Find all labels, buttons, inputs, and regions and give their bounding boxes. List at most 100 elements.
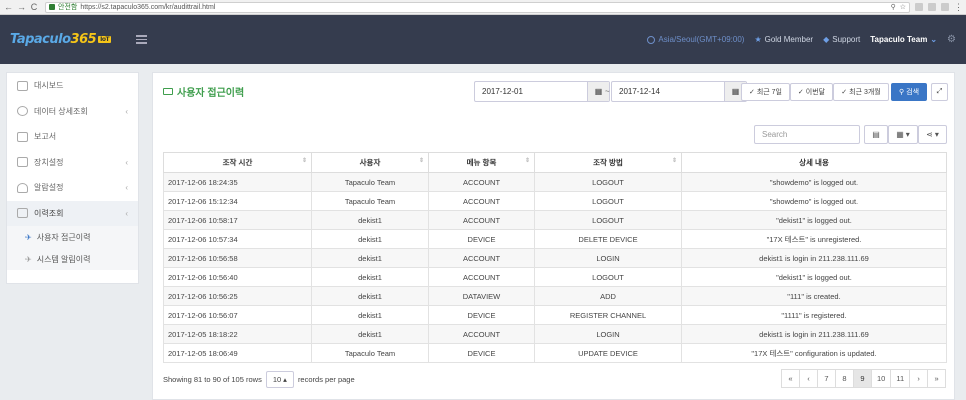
date-from-field[interactable]: 2017-12-01 ▦ [474,81,610,102]
button-label: 최근 3개월 [849,89,881,96]
column-header-user[interactable]: 사용자 ⇕ [311,152,429,173]
extension-icon[interactable] [941,3,949,11]
column-header-label: 사용자 [359,158,381,167]
table-row: 2017-12-06 10:56:25 dekist1 DATAVIEW ADD "11… [163,286,947,306]
page-button[interactable]: 7 [817,369,836,388]
sidebar-item-history[interactable]: 이력조회 ‹ [7,200,138,226]
button-label: 검색 [906,89,920,96]
table-row: 2017-12-06 10:58:17 dekist1 ACCOUNT LOGOUT "… [163,210,947,230]
sidebar-item-data-detail[interactable]: 데이터 상세조회 ‹ [7,99,138,125]
search-input[interactable]: Search [754,125,860,144]
column-header-label: 조작 시간 [222,158,253,167]
column-header-action[interactable]: 조작 방법 ⇕ [534,152,682,173]
column-header-time[interactable]: 조작 시간 ⇕ [163,152,312,173]
sidebar-item-alarm-settings[interactable]: 알람설정 ‹ [7,175,138,201]
support-link[interactable]: ◆ Support [823,35,860,44]
columns-icon: ▦ [896,130,904,139]
page-last-button[interactable]: » [927,369,947,388]
cell-user: Tapaculo Team [311,343,429,363]
sidebar-subitem-system-alarm[interactable]: ✈ 시스템 알림이력 [7,248,138,270]
sidebar-item-label: 장치설정 [34,157,64,167]
sidebar-subitem-label: 사용자 접근이력 [36,232,91,242]
search-button[interactable]: ⚲ 검색 [891,83,927,101]
page-title-text: 사용자 접근이력 [177,88,245,99]
share-icon: ⋖ [926,130,933,139]
bookmark-star-icon[interactable]: ☆ [900,3,906,11]
logo-text: Tapaculo [10,32,71,47]
columns-dropdown[interactable]: ▦ ▾ [888,125,918,144]
membership-link[interactable]: ★ Gold Member [754,35,813,44]
cell-user: dekist1 [311,210,429,230]
cell-time: 2017-12-06 10:56:07 [163,305,312,325]
reload-button[interactable]: C [30,2,38,12]
cell-action: LOGOUT [534,267,682,287]
team-dropdown[interactable]: Tapaculo Team ⌄ [870,35,937,44]
page-next-button[interactable]: › [909,369,929,388]
page-button-current[interactable]: 9 [853,369,872,388]
cell-detail: "111" is created. [681,286,947,306]
cell-action: LOGOUT [534,191,682,211]
forward-button[interactable]: → [17,2,26,12]
column-header-detail[interactable]: 상세 내용 [681,152,947,173]
hamburger-menu-icon[interactable] [136,35,148,44]
history-icon [17,208,28,219]
sidebar-subitem-user-access[interactable]: ✈ 사용자 접근이력 [7,226,138,248]
cell-menu: DEVICE [428,305,535,325]
cell-detail: "17X 테스트" is unregistered. [681,229,947,249]
page-prev-button[interactable]: ‹ [799,369,818,388]
extension-icon[interactable] [928,3,936,11]
cell-detail: "showdemo" is logged out. [681,191,947,211]
caret-down-icon: ▾ [905,130,910,139]
cell-user: dekist1 [311,286,429,306]
secure-label: 안전함 [58,4,78,11]
chevron-down-icon: ⌄ [930,35,938,44]
logo[interactable]: Tapaculo 365 IoT [10,32,112,47]
chevron-left-icon: ‹ [125,106,128,116]
recent-3-months-button[interactable]: ✓ 최근 3개월 [833,83,889,101]
cell-menu: ACCOUNT [428,210,535,230]
recent-7-days-button[interactable]: ✓ 최근 7일 [741,83,790,101]
cell-user: dekist1 [311,229,429,249]
extension-icon[interactable] [915,3,923,11]
lock-icon [49,4,55,10]
page-title: 사용자 접근이력 [163,84,244,99]
page-first-button[interactable]: « [781,369,800,388]
cell-menu: ACCOUNT [428,324,535,344]
gear-icon[interactable]: ⚙ [947,34,956,45]
chevron-left-icon: ‹ [125,157,128,167]
cell-user: dekist1 [311,267,429,287]
cell-time: 2017-12-06 10:57:34 [163,229,312,249]
page-button[interactable]: 10 [871,369,892,388]
date-to-field[interactable]: 2017-12-14 ▦ [611,81,747,102]
sidebar-item-dashboard[interactable]: 대시보드 [7,73,138,99]
export-dropdown[interactable]: ⋖ ▾ [918,125,947,144]
button-label: 최근 7일 [756,89,783,96]
cell-menu: DEVICE [428,343,535,363]
id-card-icon [163,88,173,95]
table-row: 2017-12-06 10:56:58 dekist1 ACCOUNT LOGIN de… [163,248,947,268]
expand-icon[interactable]: ⤢ [931,83,948,101]
page-button[interactable]: 11 [890,369,911,388]
date-to-value: 2017-12-14 [619,87,660,96]
sidebar-item-report[interactable]: 보고서 [7,124,138,150]
sidebar-item-device-settings[interactable]: 장치설정 ‹ [7,150,138,176]
audit-table: 조작 시간 ⇕ 사용자 ⇕ 메뉴 항목 ⇕ 조작 방법 ⇕ 상세 내용 2017-12-… [163,152,947,363]
showing-rows-text: Showing 81 to 90 of 105 rows [163,375,262,384]
table-view-icon[interactable]: ▤ [864,125,888,144]
timezone-link[interactable]: Asia/Seoul(GMT+09:00) [647,35,744,44]
menu-icon[interactable]: ⋮ [954,2,963,13]
address-bar[interactable]: 안전함 https://s2.tapaculo365.com/kr/auditt… [45,1,910,13]
cell-time: 2017-12-05 18:18:22 [163,324,312,344]
page-button[interactable]: 8 [835,369,854,388]
caret-up-icon: ▴ [283,375,287,384]
column-header-menu[interactable]: 메뉴 항목 ⇕ [428,152,535,173]
this-month-button[interactable]: ✓ 이번달 [790,83,833,101]
zoom-icon[interactable]: ⚲ [891,3,896,11]
cell-action: LOGIN [534,248,682,268]
back-button[interactable]: ← [4,2,13,12]
search-icon [17,106,28,117]
column-header-label: 메뉴 항목 [466,158,497,167]
main-panel: 사용자 접근이력 2017-12-01 ▦ ~ 2017-12-14 ▦ ✓ 최근… [152,72,955,400]
page-size-dropdown[interactable]: 10 ▴ [265,371,294,388]
cell-detail: "showdemo" is logged out. [681,172,947,192]
